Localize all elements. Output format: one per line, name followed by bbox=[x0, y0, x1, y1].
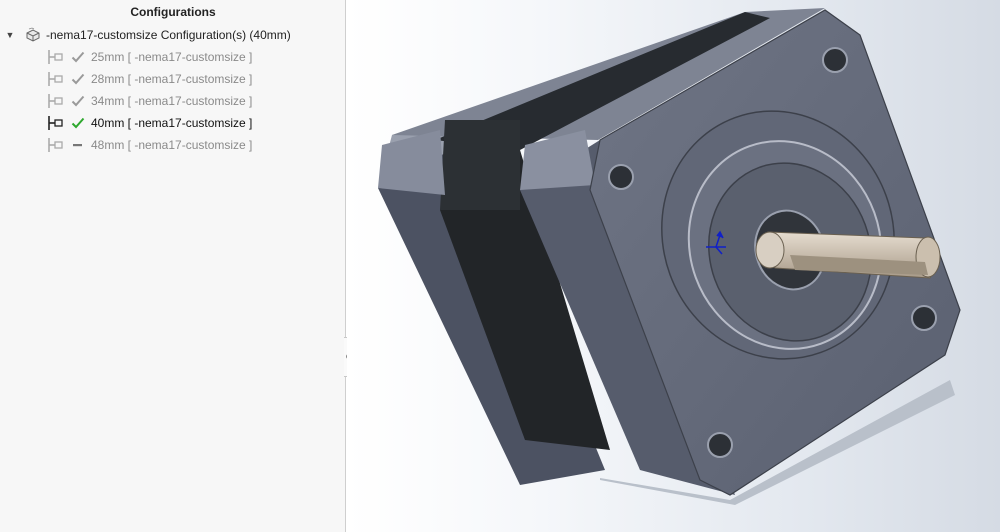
configuration-manager-panel: Configurations ▼ -nema17-customsize Conf… bbox=[0, 0, 354, 532]
part-icon bbox=[26, 27, 40, 42]
configuration-item[interactable]: 40mm [ -nema17-customsize ] bbox=[46, 114, 252, 132]
tree-root-label: -nema17-customsize Configuration(s) (40m… bbox=[46, 28, 291, 42]
configuration-item[interactable]: 25mm [ -nema17-customsize ] bbox=[46, 48, 252, 66]
configuration-item[interactable]: 28mm [ -nema17-customsize ] bbox=[46, 70, 252, 88]
configuration-icon bbox=[48, 116, 63, 130]
configuration-label: 25mm [ -nema17-customsize ] bbox=[91, 50, 253, 64]
check-icon bbox=[71, 116, 85, 130]
configuration-icon bbox=[48, 94, 63, 108]
check-icon bbox=[71, 50, 85, 64]
panel-title: Configurations bbox=[130, 5, 216, 19]
tree-root-configurations[interactable]: ▼ -nema17-customsize Configuration(s) (4… bbox=[4, 27, 291, 43]
configuration-label: 40mm [ -nema17-customsize ] bbox=[91, 116, 253, 130]
configuration-icon bbox=[48, 138, 63, 152]
dash-icon bbox=[71, 138, 85, 152]
motor-model[interactable] bbox=[347, 0, 1000, 532]
configuration-label: 34mm [ -nema17-customsize ] bbox=[91, 94, 253, 108]
triangle-down-icon[interactable]: ▼ bbox=[4, 30, 16, 40]
stator-band bbox=[440, 120, 520, 210]
configuration-icon bbox=[48, 72, 63, 86]
back-cap-top-left bbox=[378, 130, 445, 195]
configuration-item[interactable]: 48mm [ -nema17-customsize ] bbox=[46, 136, 252, 154]
graphics-viewport[interactable] bbox=[347, 0, 1000, 532]
configuration-label: 48mm [ -nema17-customsize ] bbox=[91, 138, 253, 152]
check-icon bbox=[71, 72, 85, 86]
configuration-label: 28mm [ -nema17-customsize ] bbox=[91, 72, 253, 86]
shaft-base bbox=[755, 231, 785, 269]
configuration-icon bbox=[48, 50, 63, 64]
configuration-item[interactable]: 34mm [ -nema17-customsize ] bbox=[46, 92, 252, 110]
check-icon bbox=[71, 94, 85, 108]
